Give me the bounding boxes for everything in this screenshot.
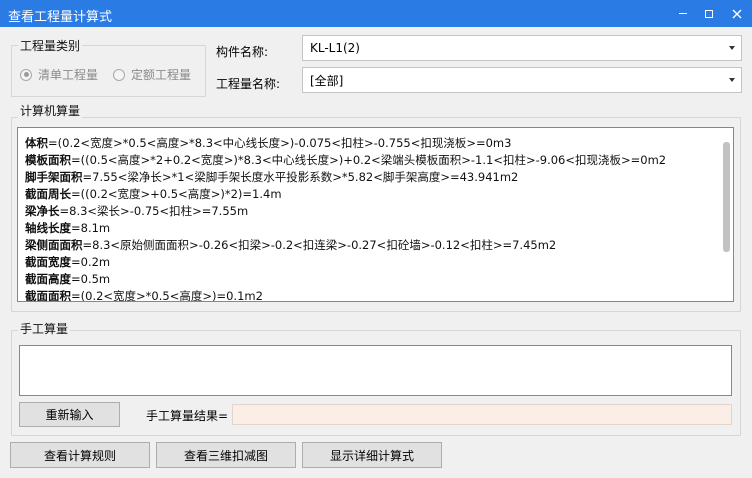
radio-quota-quantity-label: 定额工程量 — [131, 68, 192, 82]
calc-line-formula: =((0.5<高度>*2+0.2<宽度>)*8.3<中心线长度>)+0.2<梁端… — [71, 153, 667, 167]
radio-bill-quantity-indicator — [20, 68, 32, 81]
calc-line: 体积=(0.2<宽度>*0.5<高度>*8.3<中心线长度>)-0.075<扣柱… — [25, 135, 511, 151]
calc-line-name: 脚手架面积 — [25, 170, 83, 184]
calc-line: 梁侧面面积=8.3<原始侧面面积>-0.26<扣梁>-0.2<扣连梁>-0.27… — [25, 237, 556, 253]
calc-line-name: 梁侧面面积 — [25, 238, 83, 252]
quantity-category-label: 工程量类别 — [18, 37, 83, 54]
calc-line-name: 体积 — [25, 136, 48, 150]
reinput-button[interactable]: 重新输入 — [19, 402, 120, 427]
calc-line: 截面面积=(0.2<宽度>*0.5<高度>)=0.1m2 — [25, 288, 263, 302]
manual-formula-input[interactable] — [19, 345, 732, 396]
calc-line: 梁净长=8.3<梁长>-0.75<扣柱>=7.55m — [25, 203, 248, 219]
radio-bill-quantity[interactable]: 清单工程量 — [20, 66, 98, 83]
calc-line: 模板面积=((0.5<高度>*2+0.2<宽度>)*8.3<中心线长度>)+0.… — [25, 152, 666, 168]
maximize-icon — [705, 9, 713, 18]
window-title: 查看工程量计算式 — [8, 10, 113, 25]
calc-line-formula: =0.2m — [71, 255, 111, 269]
calc-line-name: 梁净长 — [25, 204, 60, 218]
chevron-down-icon — [729, 78, 735, 82]
manual-result-field[interactable] — [232, 404, 732, 425]
radio-bill-quantity-label: 清单工程量 — [38, 68, 99, 82]
calc-line-name: 截面周长 — [25, 187, 71, 201]
calc-line: 截面高度=0.5m — [25, 271, 110, 287]
quantity-name-label: 工程量名称: — [216, 77, 281, 91]
view-3d-deduction-button[interactable]: 查看三维扣减图 — [156, 442, 296, 468]
calc-line-name: 截面高度 — [25, 272, 71, 286]
show-detailed-formula-button[interactable]: 显示详细计算式 — [302, 442, 442, 468]
calc-line-formula: =7.55<梁净长>*1<梁脚手架长度水平投影系数>*5.82<脚手架高度>=4… — [82, 170, 519, 184]
close-icon — [732, 9, 742, 18]
component-name-select[interactable]: KL-L1(2) — [302, 35, 742, 61]
calc-line: 截面周长=((0.2<宽度>+0.5<高度>)*2)=1.4m — [25, 186, 282, 202]
quantity-name-select[interactable]: [全部] — [302, 67, 742, 93]
calc-line: 脚手架面积=7.55<梁净长>*1<梁脚手架长度水平投影系数>*5.82<脚手架… — [25, 169, 518, 185]
computer-calc-label: 计算机算量 — [18, 102, 83, 119]
calc-line-name: 模板面积 — [25, 153, 71, 167]
calc-line-formula: =8.3<原始侧面面积>-0.26<扣梁>-0.2<扣连梁>-0.27<扣砼墙>… — [82, 238, 557, 252]
calc-line-formula: =8.3<梁长>-0.75<扣柱>=7.55m — [59, 204, 249, 218]
view-rules-button[interactable]: 查看计算规则 — [10, 442, 150, 468]
radio-quota-quantity[interactable]: 定额工程量 — [113, 66, 191, 83]
component-name-value: KL-L1(2) — [310, 41, 360, 55]
calc-line-formula: =8.1m — [71, 221, 111, 235]
close-button[interactable] — [722, 0, 752, 27]
maximize-button[interactable] — [694, 0, 724, 27]
calc-line-formula: =((0.2<宽度>+0.5<高度>)*2)=1.4m — [71, 187, 282, 201]
title-bar: 查看工程量计算式 — [0, 0, 752, 27]
calc-line-formula: =0.5m — [71, 272, 111, 286]
calc-line: 截面宽度=0.2m — [25, 254, 110, 270]
calc-line-name: 截面宽度 — [25, 255, 71, 269]
manual-result-label: 手工算量结果= — [146, 409, 229, 423]
manual-calc-label: 手工算量 — [18, 320, 71, 337]
calc-line: 轴线长度=8.1m — [25, 220, 110, 236]
calc-line-name: 轴线长度 — [25, 221, 71, 235]
calc-line-formula: =(0.2<宽度>*0.5<高度>)=0.1m2 — [71, 289, 263, 302]
chevron-down-icon — [729, 46, 735, 50]
calc-line-formula: =(0.2<宽度>*0.5<高度>*8.3<中心线长度>)-0.075<扣柱>-… — [48, 136, 512, 150]
calc-scrollbar[interactable] — [723, 142, 730, 252]
component-name-label: 构件名称: — [216, 45, 269, 59]
calc-line-name: 截面面积 — [25, 289, 71, 302]
calc-formula-box[interactable]: 体积=(0.2<宽度>*0.5<高度>*8.3<中心线长度>)-0.075<扣柱… — [17, 127, 734, 302]
minimize-icon — [679, 12, 687, 15]
quantity-name-value: [全部] — [310, 73, 344, 88]
radio-quota-quantity-indicator — [113, 68, 125, 81]
